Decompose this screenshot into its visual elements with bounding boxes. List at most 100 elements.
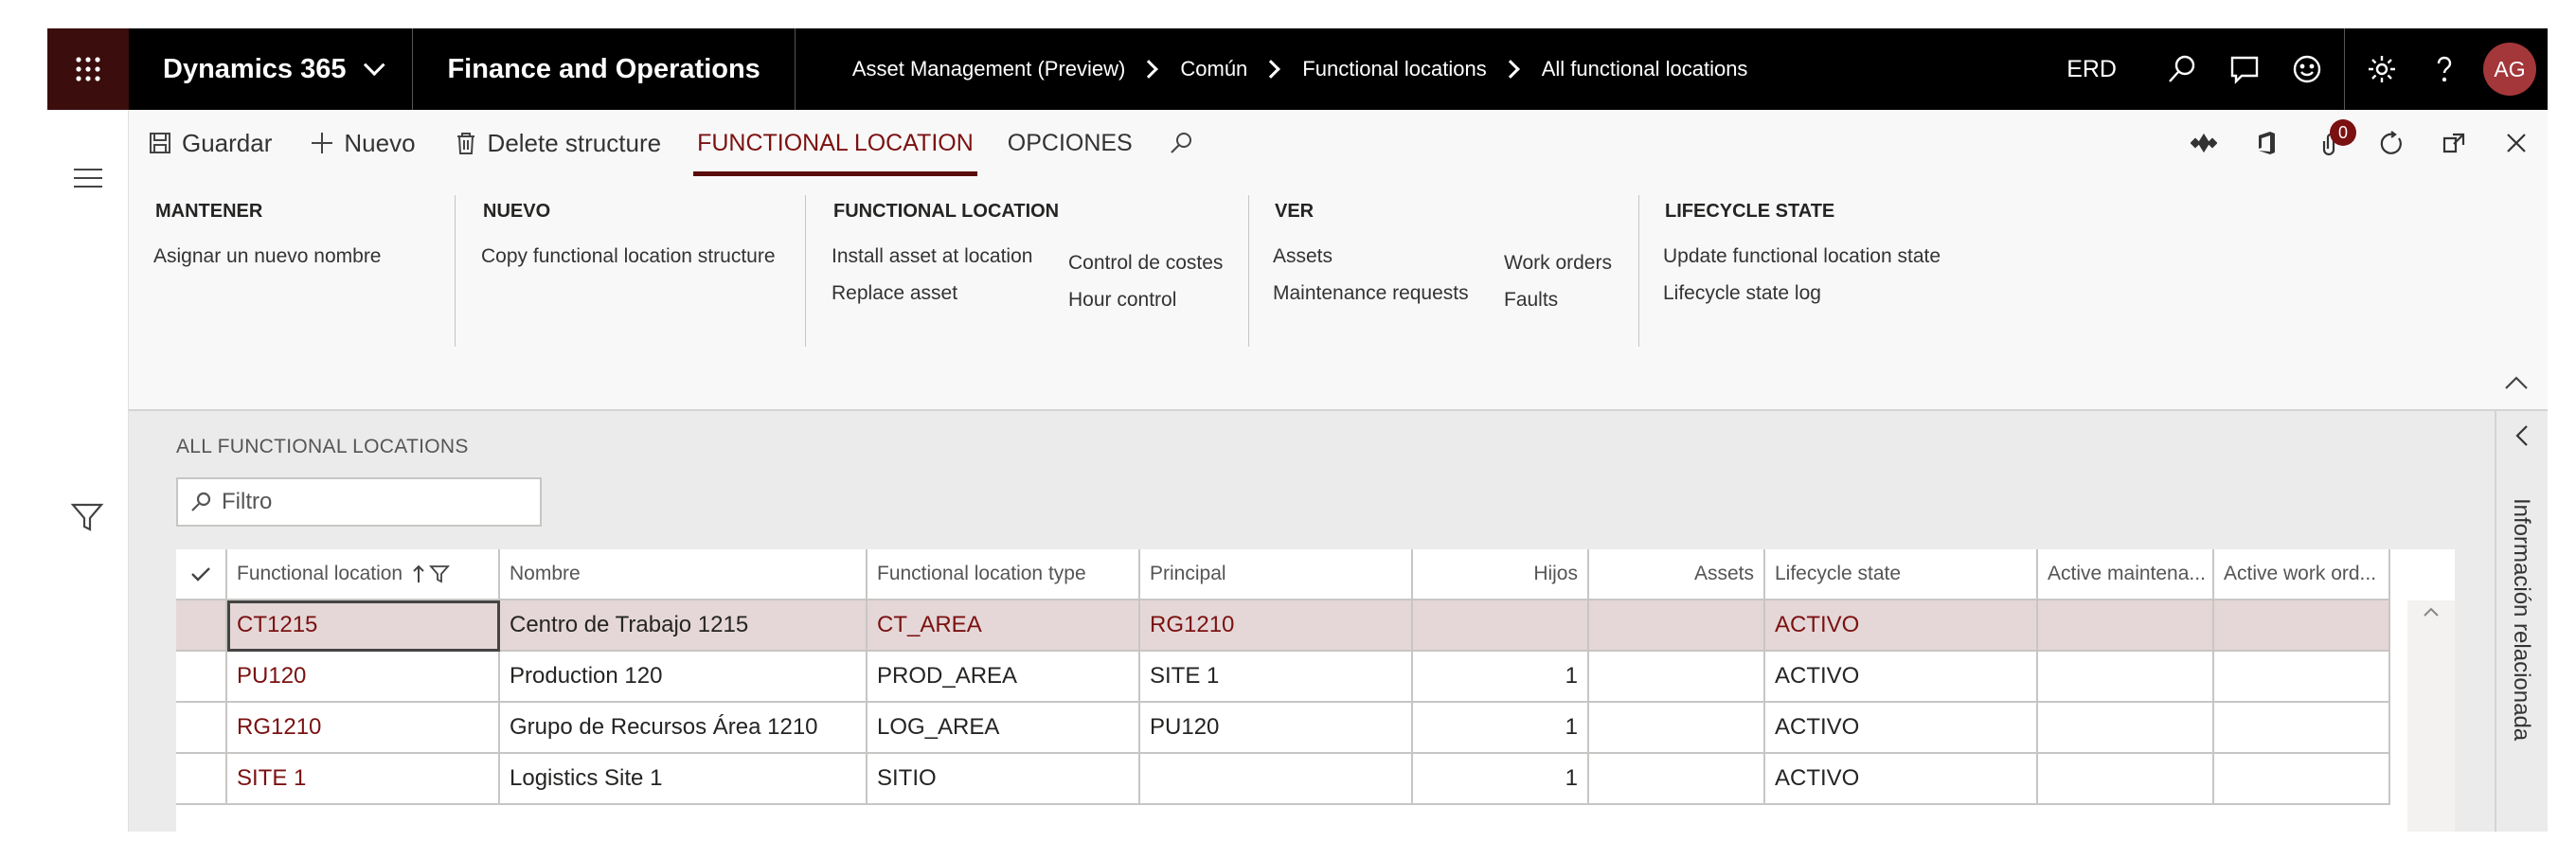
breadcrumb-item-common[interactable]: Común [1180,57,1247,81]
breadcrumb-item-module[interactable]: Asset Management (Preview) [852,57,1126,81]
column-header-assets[interactable]: Assets [1589,549,1765,600]
faults-link[interactable]: Faults [1504,281,1612,318]
active-work-orders-cell[interactable] [2214,703,2390,754]
column-header-type[interactable]: Functional location type [868,549,1140,600]
chevron-left-icon[interactable] [2496,411,2548,468]
search-icon[interactable] [2151,28,2213,110]
refresh-icon[interactable] [2360,110,2423,176]
name-cell[interactable]: Production 120 [500,652,868,703]
tab-options[interactable]: OPCIONES [991,110,1150,176]
functional-location-cell[interactable]: PU120 [227,652,500,703]
name-cell[interactable]: Logistics Site 1 [500,754,868,805]
related-info-pane[interactable]: Información relacionada [2495,411,2548,832]
column-header-active-maintenance[interactable]: Active maintena... [2038,549,2214,600]
row-select-cell[interactable] [176,703,227,754]
row-select-cell[interactable] [176,754,227,805]
column-header-functional-location[interactable]: Functional location [227,549,500,600]
feedback-smiley-icon[interactable] [2276,28,2338,110]
delete-structure-button[interactable]: Delete structure [435,110,681,176]
collapse-ribbon-icon[interactable] [2504,374,2529,396]
lifecycle-state-cell[interactable]: ACTIVO [1765,754,2038,805]
avatar[interactable]: AG [2483,43,2536,96]
gear-icon[interactable] [2351,28,2413,110]
breadcrumb-item-functional-locations[interactable]: Functional locations [1302,57,1486,81]
nav-right-tools: ERD AG [2066,28,2548,110]
column-header-parent[interactable]: Principal [1140,549,1413,600]
type-cell[interactable]: PROD_AREA [868,652,1140,703]
table-row[interactable]: PU120 Production 120 PROD_AREA SITE 1 1 … [176,652,2390,703]
save-button[interactable]: Guardar [129,110,291,176]
search-icon [191,492,211,511]
active-maintenance-cell[interactable] [2038,754,2214,805]
type-cell[interactable]: SITIO [868,754,1140,805]
table-row[interactable]: SITE 1 Logistics Site 1 SITIO 1 ACTIVO [176,754,2390,805]
attachments-icon[interactable]: 0 [2298,110,2360,176]
filter-icon [429,565,451,583]
work-orders-link[interactable]: Work orders [1504,244,1612,281]
active-maintenance-cell[interactable] [2038,703,2214,754]
assets-cell[interactable] [1589,754,1765,805]
company-picker[interactable]: ERD [2066,56,2117,83]
copy-structure-button[interactable]: Copy functional location structure [481,238,803,275]
filter-pane-icon[interactable] [70,500,104,539]
lifecycle-state-cell[interactable]: ACTIVO [1765,652,2038,703]
filter-input[interactable]: Filtro [176,477,542,527]
assets-cell[interactable] [1589,703,1765,754]
open-in-new-window-icon[interactable] [2423,110,2485,176]
functional-location-cell[interactable]: SITE 1 [227,754,500,805]
children-cell[interactable]: 1 [1413,703,1589,754]
personalize-diamond-icon[interactable] [2173,110,2235,176]
column-header-active-work-orders[interactable]: Active work ord... [2214,549,2390,600]
lifecycle-state-cell[interactable]: ACTIVO [1765,703,2038,754]
functional-location-cell[interactable]: RG1210 [227,703,500,754]
hour-control-button[interactable]: Hour control [1068,281,1223,318]
app-launcher-icon[interactable] [47,28,129,110]
table-row[interactable]: CT1215 Centro de Trabajo 1215 CT_AREA RG… [176,600,2390,652]
messages-icon[interactable] [2213,28,2276,110]
office-icon[interactable] [2235,110,2298,176]
tab-functional-location[interactable]: FUNCTIONAL LOCATION [680,110,991,176]
name-cell[interactable]: Centro de Trabajo 1215 [500,600,868,652]
functional-location-cell[interactable]: CT1215 [227,600,500,652]
active-maintenance-cell[interactable] [2038,652,2214,703]
column-header-children[interactable]: Hijos [1413,549,1589,600]
grid-scrollbar[interactable] [2407,600,2455,832]
type-cell[interactable]: CT_AREA [868,600,1140,652]
lifecycle-state-cell[interactable]: ACTIVO [1765,600,2038,652]
parent-cell[interactable]: SITE 1 [1140,652,1413,703]
column-header-lifecycle-state[interactable]: Lifecycle state [1765,549,2038,600]
close-icon[interactable] [2485,110,2548,176]
column-header-name[interactable]: Nombre [500,549,868,600]
table-row[interactable]: RG1210 Grupo de Recursos Área 1210 LOG_A… [176,703,2390,754]
name-cell[interactable]: Grupo de Recursos Área 1210 [500,703,868,754]
active-work-orders-cell[interactable] [2214,754,2390,805]
scroll-up-icon[interactable] [2407,600,2455,623]
assets-cell[interactable] [1589,600,1765,652]
dynamics-brand-menu[interactable]: Dynamics 365 [129,28,414,110]
active-maintenance-cell[interactable] [2038,600,2214,652]
new-button[interactable]: Nuevo [291,110,434,176]
parent-cell[interactable]: PU120 [1140,703,1413,754]
parent-cell[interactable]: RG1210 [1140,600,1413,652]
update-state-button[interactable]: Update functional location state [1663,238,2023,275]
type-cell[interactable]: LOG_AREA [868,703,1140,754]
row-select-cell[interactable] [176,652,227,703]
active-work-orders-cell[interactable] [2214,652,2390,703]
children-cell[interactable] [1413,600,1589,652]
ribbon-group-lifecycle: LIFECYCLE STATE Update functional locati… [1663,201,2023,360]
state-log-button[interactable]: Lifecycle state log [1663,275,2023,312]
select-all-checkbox[interactable] [176,549,227,600]
assets-cell[interactable] [1589,652,1765,703]
notification-badge: 0 [2330,119,2356,146]
row-select-cell[interactable] [176,600,227,652]
parent-cell[interactable] [1140,754,1413,805]
breadcrumb-item-current[interactable]: All functional locations [1542,57,1748,81]
rename-button[interactable]: Asignar un nuevo nombre [153,238,409,275]
active-work-orders-cell[interactable] [2214,600,2390,652]
children-cell[interactable]: 1 [1413,754,1589,805]
action-search-icon[interactable] [1150,110,1222,176]
hamburger-menu-icon[interactable] [74,169,102,194]
cost-control-button[interactable]: Control de costes [1068,244,1223,281]
children-cell[interactable]: 1 [1413,652,1589,703]
help-icon[interactable] [2413,28,2476,110]
